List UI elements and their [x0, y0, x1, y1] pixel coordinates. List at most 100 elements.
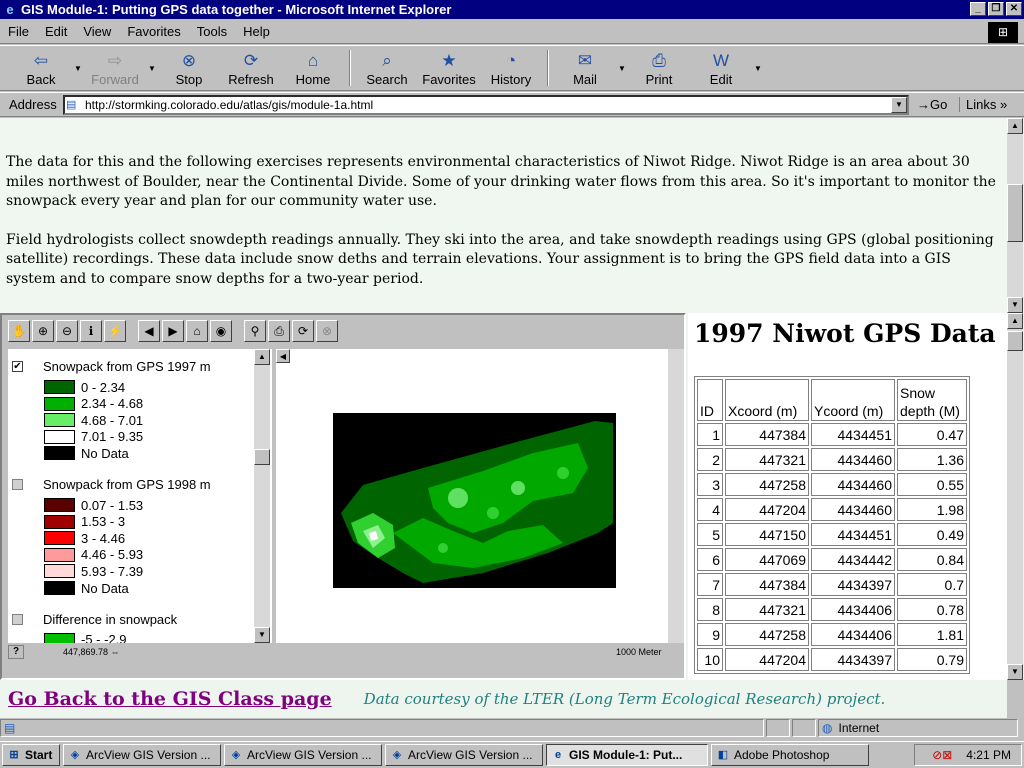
mail-button[interactable]: ✉ Mail [554, 46, 616, 90]
menu-tools[interactable]: Tools [197, 24, 227, 39]
go-button[interactable]: →Go [917, 97, 959, 112]
zoom-in-icon[interactable]: ⊕ [32, 320, 54, 342]
layer-row[interactable]: ✔ Snowpack from GPS 1997 m [12, 359, 211, 374]
table-row: 7 447384 4434397 0.7 [697, 573, 967, 596]
menu-edit[interactable]: Edit [45, 24, 67, 39]
scroll-down-icon[interactable]: ▼ [1007, 297, 1023, 313]
find-icon[interactable]: ⚲ [244, 320, 266, 342]
clock[interactable]: 4:21 PM [966, 748, 1011, 762]
help-icon[interactable]: ? [8, 645, 24, 659]
table-cell: 0.7 [897, 573, 967, 596]
menu-favorites[interactable]: Favorites [127, 24, 180, 39]
scroll-down-icon[interactable]: ▼ [1007, 664, 1023, 680]
browser-status-bar: ▤ ◍ Internet [0, 717, 1024, 739]
legend-label: 7.01 - 9.35 [81, 429, 144, 445]
refresh-icon: ⟳ [243, 51, 259, 70]
legend-label: 0.07 - 1.53 [81, 497, 144, 513]
go-back-link[interactable]: Go Back to the GIS Class page [8, 688, 332, 710]
table-title: 1997 Niwot GPS Data [694, 319, 996, 348]
footer-frame: Go Back to the GIS Class page Data court… [0, 680, 1007, 718]
scroll-up-icon[interactable]: ▲ [1007, 313, 1023, 329]
legend-label: -5 - -2.9 [81, 632, 127, 643]
table-cell: 447384 [725, 423, 809, 446]
dropdown-arrow-icon[interactable]: ▼ [752, 46, 764, 90]
toolbar-separator [547, 50, 549, 86]
table-cell: 3 [697, 473, 723, 496]
stop-button[interactable]: ⊗ Stop [158, 46, 220, 90]
scroll-up-icon[interactable]: ▲ [1007, 118, 1023, 134]
forward-button[interactable]: ⇨ Forward [84, 46, 146, 90]
map-view[interactable]: ◀ [276, 349, 668, 643]
address-input[interactable]: ▤ http://stormking.colorado.edu/atlas/gi… [63, 94, 909, 115]
legend-scrollbar[interactable]: ▲ ▼ [254, 349, 270, 643]
app-icon: ◈ [392, 749, 402, 761]
zoom-out-icon[interactable]: ⊖ [56, 320, 78, 342]
identify-icon[interactable]: ℹ [80, 320, 102, 342]
standard-toolbar: ⇦ Back ▼ ⇨ Forward ▼ ⊗ Stop ⟳ Refresh ⌂ Home ⌕ Search… [0, 45, 1024, 91]
layer-row[interactable]: Difference in snowpack [12, 612, 177, 627]
full-extent-icon[interactable]: ⌂ [186, 320, 208, 342]
menu-help[interactable]: Help [243, 24, 270, 39]
start-button[interactable]: ⊞ Start [2, 744, 60, 766]
table-cell: 4434442 [811, 548, 895, 571]
layer-checkbox[interactable] [12, 479, 23, 490]
minimize-button[interactable]: _ [970, 2, 986, 16]
table-row: 1 447384 4434451 0.47 [697, 423, 967, 446]
previous-extent-icon[interactable]: ◀ [138, 320, 160, 342]
table-cell: 447069 [725, 548, 809, 571]
print-button[interactable]: ⎙ Print [628, 46, 690, 90]
hotlink-icon[interactable]: ⚡ [104, 320, 126, 342]
print-icon[interactable]: ⎙ [268, 320, 290, 342]
pan-icon[interactable]: ✋ [8, 320, 30, 342]
dropdown-arrow-icon[interactable]: ▼ [72, 46, 84, 90]
taskbar-button[interactable]: e GIS Module-1: Put... [546, 744, 708, 766]
toolbar-label: Mail [573, 72, 597, 87]
links-button[interactable]: Links » [959, 97, 1007, 112]
windows-taskbar: ⊞ Start ◈ ArcView GIS Version ... ◈ ArcView … [0, 741, 1024, 768]
refresh-map-icon[interactable]: ⟳ [292, 320, 314, 342]
legend-label: 2.34 - 4.68 [81, 396, 144, 412]
legend-class: -5 - -2.9 [44, 632, 127, 643]
refresh-button[interactable]: ⟳ Refresh [220, 46, 282, 90]
favorites-button[interactable]: ★ Favorites [418, 46, 480, 90]
taskbar-button[interactable]: ◈ ArcView GIS Version ... [63, 744, 221, 766]
menu-file[interactable]: File [8, 24, 29, 39]
taskbar-button[interactable]: ◈ ArcView GIS Version ... [224, 744, 382, 766]
security-zone: ◍ Internet [818, 719, 1018, 737]
restore-button[interactable]: ❐ [988, 2, 1004, 16]
tray-icons[interactable]: ⊘⊠ [932, 748, 952, 762]
collapse-legend-icon[interactable]: ◀ [276, 349, 290, 363]
scale-readout: 1000 Meter [616, 647, 662, 657]
scroll-thumb[interactable] [254, 449, 270, 465]
layer-row[interactable]: Snowpack from GPS 1998 m [12, 477, 211, 492]
scroll-up-icon[interactable]: ▲ [254, 349, 270, 365]
layer-checkbox[interactable] [12, 613, 23, 625]
map-scrollbar[interactable] [668, 349, 684, 643]
menu-view[interactable]: View [83, 24, 111, 39]
stop-map-icon[interactable]: ⊗ [316, 320, 338, 342]
address-dropdown-icon[interactable]: ▼ [891, 96, 907, 113]
legend-class: 4.46 - 5.93 [44, 547, 143, 563]
globe-icon[interactable]: ◉ [210, 320, 232, 342]
layer-name: Snowpack from GPS 1998 m [43, 477, 211, 492]
dropdown-arrow-icon[interactable]: ▼ [146, 46, 158, 90]
taskbar-label: ArcView GIS Version ... [86, 748, 211, 762]
history-button[interactable]: ◔ History [480, 46, 542, 90]
close-button[interactable]: ✕ [1006, 2, 1022, 16]
table-cell: 447384 [725, 573, 809, 596]
home-button[interactable]: ⌂ Home [282, 46, 344, 90]
layer-checkbox[interactable]: ✔ [12, 361, 23, 372]
edit-button[interactable]: W Edit [690, 46, 752, 90]
taskbar-button[interactable]: ◈ ArcView GIS Version ... [385, 744, 543, 766]
search-button[interactable]: ⌕ Search [356, 46, 418, 90]
scroll-thumb[interactable] [1007, 184, 1023, 242]
scroll-down-icon[interactable]: ▼ [254, 627, 270, 643]
back-button[interactable]: ⇦ Back [10, 46, 72, 90]
snowpack-map-image[interactable] [333, 413, 616, 588]
intro-scrollbar[interactable]: ▲ ▼ [1007, 118, 1023, 313]
table-scrollbar[interactable]: ▲ ▼ [1007, 313, 1023, 680]
next-extent-icon[interactable]: ▶ [162, 320, 184, 342]
scroll-thumb[interactable] [1007, 331, 1023, 351]
dropdown-arrow-icon[interactable]: ▼ [616, 46, 628, 90]
taskbar-button[interactable]: ◧ Adobe Photoshop [711, 744, 869, 766]
